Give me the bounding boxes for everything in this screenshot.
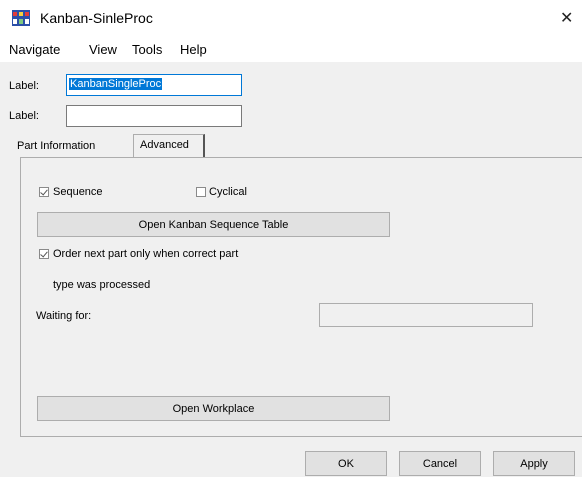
cancel-button[interactable]: Cancel — [399, 451, 481, 476]
cyclical-checkbox[interactable] — [196, 187, 206, 197]
tab-advanced[interactable]: Advanced — [133, 134, 205, 157]
label-input-1-value: KanbanSingleProc — [69, 78, 163, 90]
menu-navigate[interactable]: Navigate — [9, 42, 60, 57]
advanced-tab-panel — [20, 157, 582, 437]
label-input-2[interactable] — [66, 105, 242, 127]
label-field-1-caption: Label: — [9, 80, 39, 92]
order-next-part-checkbox[interactable] — [39, 249, 49, 259]
menu-help[interactable]: Help — [180, 42, 207, 57]
label-field-2-caption: Label: — [9, 110, 39, 122]
order-next-part-label-line2: type was processed — [53, 279, 151, 291]
title-bar: Kanban-SinleProc ✕ — [0, 0, 582, 36]
menu-bar: Navigate View Tools Help — [0, 38, 582, 62]
open-kanban-sequence-table-button[interactable]: Open Kanban Sequence Table — [37, 212, 390, 237]
open-workplace-button[interactable]: Open Workplace — [37, 396, 390, 421]
waiting-for-field — [319, 303, 533, 327]
sequence-label: Sequence — [53, 186, 103, 198]
kanban-app-icon — [12, 10, 30, 26]
cyclical-label: Cyclical — [209, 186, 247, 198]
label-input-1[interactable]: KanbanSingleProc — [66, 74, 242, 96]
order-next-part-label-line1: Order next part only when correct part — [53, 248, 239, 260]
sequence-checkbox[interactable] — [39, 187, 49, 197]
close-icon[interactable]: ✕ — [560, 8, 573, 28]
apply-button[interactable]: Apply — [493, 451, 575, 476]
ok-button[interactable]: OK — [305, 451, 387, 476]
window-title: Kanban-SinleProc — [40, 10, 153, 26]
menu-tools[interactable]: Tools — [132, 42, 162, 57]
waiting-for-label: Waiting for: — [36, 310, 92, 322]
menu-view[interactable]: View — [89, 42, 117, 57]
tab-part-information[interactable]: Part Information — [17, 138, 95, 158]
